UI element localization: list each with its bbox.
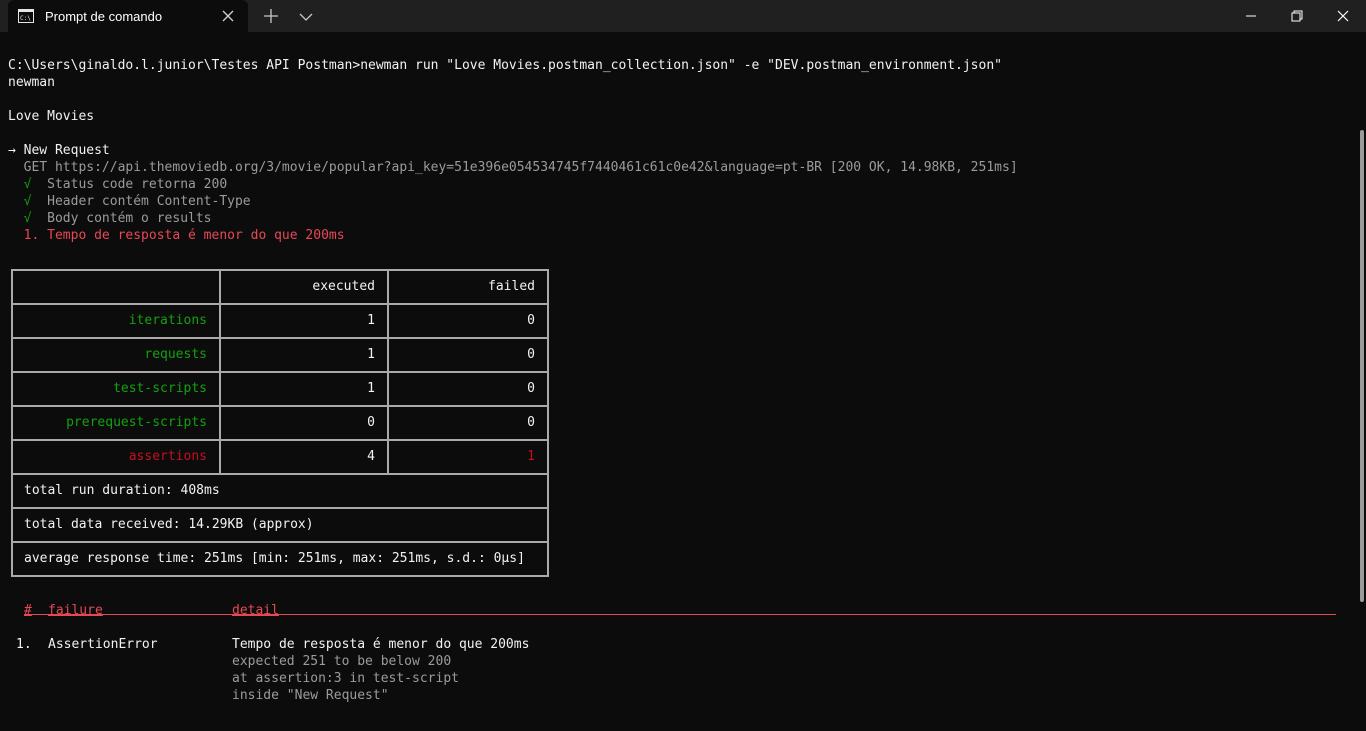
close-icon xyxy=(1337,10,1349,22)
row-label-prerequest-scripts: prerequest-scripts xyxy=(11,405,221,441)
row-label-assertions: assertions xyxy=(11,439,221,475)
total-run-duration: total run duration: 408ms xyxy=(11,473,549,509)
request-name: → New Request xyxy=(8,143,110,158)
average-response-time: average response time: 251ms [min: 251ms… xyxy=(11,541,549,577)
check-icon: √ xyxy=(8,177,32,192)
failure-detail-expected: expected 251 to be below 200 xyxy=(232,654,452,669)
close-tab-icon[interactable] xyxy=(221,9,235,23)
failure-detail: Tempo de resposta é menor do que 200ms xyxy=(232,637,530,652)
minimize-icon xyxy=(1246,15,1256,17)
restore-button[interactable] xyxy=(1274,0,1320,32)
close-window-button[interactable] xyxy=(1320,0,1366,32)
failure-header-number: # xyxy=(24,603,32,618)
failure-number: 1. xyxy=(16,637,32,652)
vertical-scrollbar[interactable] xyxy=(1360,130,1364,602)
failed-test: 1. Tempo de resposta é menor do que 200m… xyxy=(8,228,345,243)
row-label-test-scripts: test-scripts xyxy=(11,371,221,407)
column-header-failed: failed xyxy=(387,269,549,305)
table-cell-failed-assertions: 1 xyxy=(387,439,549,475)
terminal-output[interactable]: C:\Users\ginaldo.l.junior\Testes API Pos… xyxy=(0,32,1358,731)
column-header-executed: executed xyxy=(219,269,389,305)
row-label-iterations: iterations xyxy=(11,303,221,339)
table-cell: 1 xyxy=(219,337,389,373)
summary-table: executed failed iterations 1 0 requests … xyxy=(11,269,549,577)
test-result: √ Header contém Content-Type xyxy=(8,194,251,209)
table-cell: 0 xyxy=(387,371,549,407)
restore-icon xyxy=(1291,10,1303,22)
table-cell: 4 xyxy=(219,439,389,475)
minimize-button[interactable] xyxy=(1228,0,1274,32)
plus-icon[interactable] xyxy=(262,8,280,24)
svg-text:C:\: C:\ xyxy=(20,15,31,22)
title-bar: C:\ Prompt de comando xyxy=(0,0,1366,32)
table-cell: 0 xyxy=(387,405,549,441)
failure-header-failure: failure xyxy=(48,603,103,618)
failure-detail-request: inside "New Request" xyxy=(232,688,389,703)
check-icon: √ xyxy=(8,211,32,226)
table-cell: 1 xyxy=(219,371,389,407)
tool-name: newman xyxy=(8,75,55,90)
row-label-requests: requests xyxy=(11,337,221,373)
test-result: √ Body contém o results xyxy=(8,211,212,226)
failure-type: AssertionError xyxy=(48,637,158,652)
tab-title: Prompt de comando xyxy=(45,9,163,24)
table-cell: 0 xyxy=(387,303,549,339)
total-data-received: total data received: 14.29KB (approx) xyxy=(11,507,549,543)
failure-header-detail: detail xyxy=(232,603,279,618)
table-cell: 0 xyxy=(387,337,549,373)
command-line: C:\Users\ginaldo.l.junior\Testes API Pos… xyxy=(8,58,1002,73)
check-icon: √ xyxy=(8,194,32,209)
cmd-icon: C:\ xyxy=(18,9,34,26)
request-line: GET https://api.themoviedb.org/3/movie/p… xyxy=(8,160,1018,175)
failure-detail-location: at assertion:3 in test-script xyxy=(232,671,459,686)
tab-prompt-de-comando[interactable]: C:\ Prompt de comando xyxy=(8,0,248,32)
test-result: √ Status code retorna 200 xyxy=(8,177,228,192)
chevron-down-icon[interactable] xyxy=(298,9,314,23)
table-cell: 1 xyxy=(219,303,389,339)
failure-divider xyxy=(24,614,1336,615)
table-cell: 0 xyxy=(219,405,389,441)
collection-name: Love Movies xyxy=(8,109,95,124)
table-header-empty xyxy=(11,269,221,305)
